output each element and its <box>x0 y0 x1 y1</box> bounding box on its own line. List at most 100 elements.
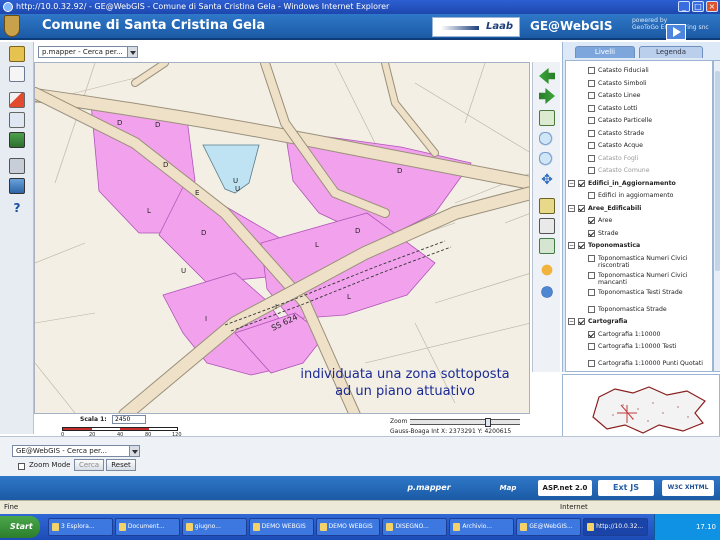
taskbar-item[interactable]: http://10.0.32... <box>583 518 648 536</box>
zoom-slider[interactable] <box>410 418 520 427</box>
layer-tree: Catasto Fiduciali Catasto Simboli Catasto … <box>565 60 713 372</box>
layer-checkbox[interactable] <box>588 271 595 279</box>
taskbar-item[interactable]: GE@WebGIS... <box>516 518 582 536</box>
layer-label: Toponomastica Numeri Civici riscontrati <box>598 254 688 269</box>
measure-area-icon[interactable] <box>539 238 555 254</box>
forward-arrow-icon[interactable] <box>539 88 555 104</box>
layer-checkbox[interactable] <box>578 179 585 187</box>
close-button[interactable]: × <box>706 1 718 12</box>
layer-tree-scrollbar[interactable] <box>713 60 720 372</box>
layer-checkbox[interactable] <box>588 330 595 338</box>
coat-of-arms-icon <box>4 15 20 37</box>
product-name: GE@WebGIS <box>530 19 613 33</box>
zoom-slider-thumb[interactable] <box>484 418 491 427</box>
left-toolbar: ? <box>0 42 34 434</box>
zoom-out-icon[interactable] <box>539 152 555 168</box>
layer-checkbox[interactable] <box>588 154 595 162</box>
pmapper-logo: p.mapper <box>407 483 451 492</box>
identify-icon[interactable] <box>9 112 25 128</box>
map-view[interactable]: D D E D D U U L U L D D I I L SS 624 individuata una zo… <box>34 62 530 414</box>
select-icon[interactable] <box>9 132 25 148</box>
parcel-label: D <box>163 161 168 169</box>
layer-checkbox[interactable] <box>588 117 595 124</box>
layer-label: Cartografia 1:10000 Punti Quotati <box>598 360 703 367</box>
layer-checkbox[interactable] <box>578 318 585 325</box>
reset-button[interactable]: Reset <box>106 459 136 471</box>
scale-bar <box>62 427 178 431</box>
clock: 17.10 <box>695 523 716 531</box>
zoom-label: Zoom <box>390 418 408 425</box>
layer-label: Catasto Fogli <box>598 154 639 162</box>
scrollbar-thumb[interactable] <box>715 71 720 271</box>
taskbar-item[interactable]: DEMO WEBGIS <box>315 518 381 536</box>
bookmark-icon[interactable] <box>539 262 555 278</box>
start-button[interactable]: Start <box>0 516 40 538</box>
tab-livelli[interactable]: Livelli <box>575 46 635 58</box>
taskbar-item[interactable]: Archivio... <box>449 518 515 536</box>
layer-checkbox[interactable] <box>588 104 595 112</box>
layer-label: Catasto Linee <box>598 92 641 99</box>
parcel-label: U <box>233 177 238 185</box>
measure-icon[interactable] <box>9 92 25 108</box>
layer-checkbox[interactable] <box>588 217 595 224</box>
layer-checkbox[interactable] <box>588 67 595 74</box>
back-arrow-icon[interactable] <box>539 68 555 84</box>
tab-legenda[interactable]: Legenda <box>639 46 703 58</box>
scale-input[interactable]: 2450 <box>112 415 146 424</box>
pan-icon[interactable]: ✥ <box>539 172 555 188</box>
refresh-icon[interactable] <box>539 284 555 300</box>
layer-checkbox[interactable] <box>588 254 595 262</box>
powered-by-line1: powered by <box>632 17 668 24</box>
overview-map[interactable] <box>562 374 720 442</box>
theme-select[interactable]: p.mapper - Cerca per... <box>38 46 138 58</box>
expand-toggle-icon[interactable]: − <box>568 204 575 212</box>
select-area-icon[interactable] <box>539 218 555 234</box>
vendor-logo: Laab <box>432 17 520 37</box>
expand-toggle-icon[interactable]: − <box>568 318 575 325</box>
zoom-extent-icon[interactable] <box>539 110 555 126</box>
layer-label: Aree_Edificabili <box>588 204 642 212</box>
zoom-mode-checkbox[interactable] <box>18 463 25 470</box>
layers-panel: Livelli Legenda Catasto Fiduciali Catasto… <box>562 42 720 372</box>
identify-info-icon[interactable] <box>539 198 555 214</box>
chevron-down-icon <box>129 446 139 456</box>
layer-checkbox[interactable] <box>578 204 585 212</box>
map-canvas[interactable]: D DEDDUULULDDIILSS 624 <box>35 63 530 414</box>
layer-checkbox[interactable] <box>588 229 595 237</box>
play-icon[interactable] <box>666 24 686 40</box>
layer-checkbox[interactable] <box>588 343 595 350</box>
app-title: Comune di Santa Cristina Gela <box>42 18 266 33</box>
cerca-button[interactable]: Cerca <box>74 459 104 471</box>
maximize-button[interactable]: □ <box>692 1 704 12</box>
layer-checkbox[interactable] <box>588 192 595 199</box>
download-icon[interactable] <box>9 178 25 194</box>
minimize-button[interactable]: _ <box>678 1 690 12</box>
layer-checkbox[interactable] <box>578 242 585 249</box>
layer-label: Toponomastica <box>588 242 641 249</box>
taskbar-item[interactable]: Document... <box>114 518 180 536</box>
search-select[interactable]: GE@WebGIS - Cerca per... <box>12 445 140 457</box>
layers-icon[interactable] <box>9 46 25 62</box>
taskbar-item[interactable]: giugno... <box>181 518 247 536</box>
layer-checkbox[interactable] <box>588 360 595 367</box>
overview-canvas[interactable] <box>563 375 720 442</box>
zoom-in-icon[interactable] <box>539 132 555 148</box>
expand-toggle-icon[interactable]: − <box>568 179 575 187</box>
taskbar-item[interactable]: DISEGNO... <box>382 518 448 536</box>
layer-checkbox[interactable] <box>588 167 595 174</box>
taskbar-item[interactable]: 3 Esplora... <box>48 518 113 536</box>
map-annotation-line1: individuata una zona sottoposta <box>300 367 510 382</box>
layer-checkbox[interactable] <box>588 92 595 99</box>
layer-label: Edifici_in_Aggiornamento <box>588 179 676 187</box>
print-icon[interactable] <box>9 158 25 174</box>
layer-checkbox[interactable] <box>588 129 595 137</box>
layer-checkbox[interactable] <box>588 288 595 296</box>
legend-icon[interactable] <box>9 66 25 82</box>
help-icon[interactable]: ? <box>9 200 25 216</box>
layer-checkbox[interactable] <box>588 142 595 149</box>
layer-checkbox[interactable] <box>588 305 595 313</box>
layer-checkbox[interactable] <box>588 79 595 87</box>
map-annotation: individuata una zona sottoposta ad un pi… <box>285 366 525 400</box>
taskbar-item[interactable]: DEMO WEBGIS <box>248 518 314 536</box>
expand-toggle-icon[interactable]: − <box>568 242 575 249</box>
